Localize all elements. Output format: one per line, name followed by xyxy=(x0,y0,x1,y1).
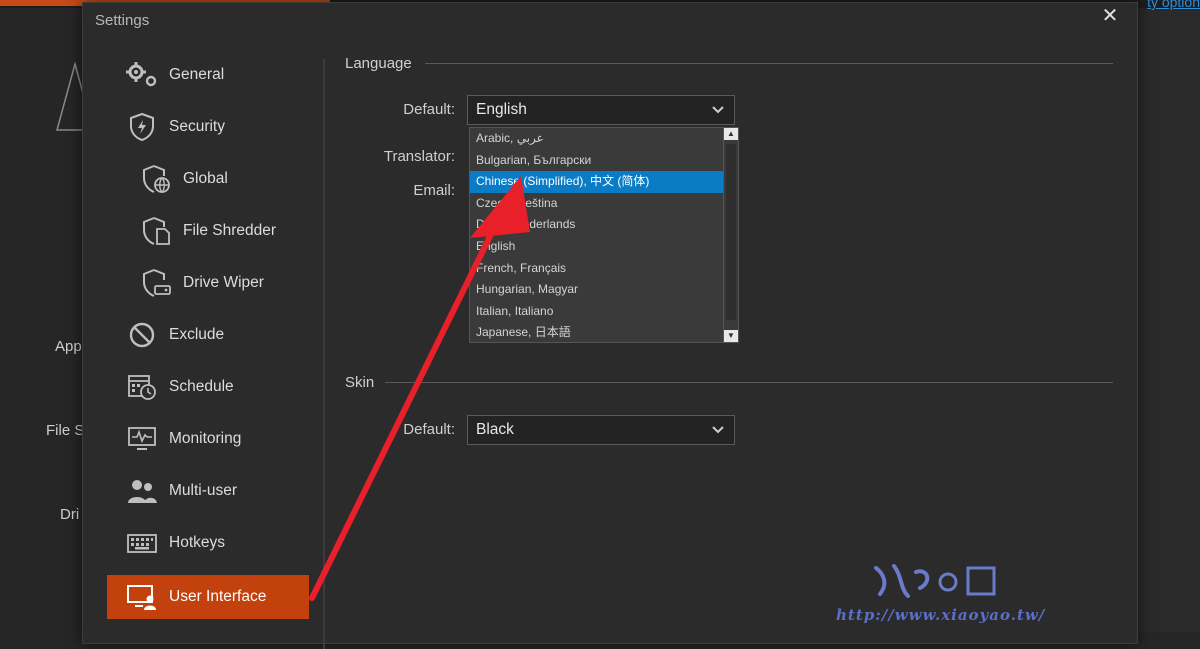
language-option[interactable]: Japanese, 日本語 xyxy=(470,322,724,344)
sidebar-item-label: Monitoring xyxy=(169,430,242,447)
sidebar-item-hotkeys[interactable]: Hotkeys xyxy=(107,517,323,569)
settings-sidebar: General Security Global File Shredder Dr… xyxy=(107,49,323,619)
language-option[interactable]: Bulgarian, Български xyxy=(470,150,724,172)
chevron-down-icon xyxy=(712,416,724,454)
sidebar-item-file-shredder[interactable]: File Shredder xyxy=(107,205,323,257)
background-label-drive: Dri xyxy=(60,506,80,523)
sidebar-item-drive-wiper[interactable]: Drive Wiper xyxy=(107,257,323,309)
language-option[interactable]: Czech, Čeština xyxy=(470,193,724,215)
prohibited-icon xyxy=(125,320,159,350)
email-label: Email: xyxy=(413,182,455,199)
globe-shield-icon xyxy=(139,164,173,194)
scrollbar-thumb[interactable] xyxy=(726,144,736,320)
language-option[interactable]: English xyxy=(470,236,724,258)
language-option[interactable]: French, Français xyxy=(470,258,724,280)
language-option-selected[interactable]: Chinese (Simplified), 中文 (简体) xyxy=(470,171,724,193)
calendar-clock-icon xyxy=(125,372,159,402)
sidebar-item-label: User Interface xyxy=(169,588,267,605)
sidebar-item-label: General xyxy=(169,66,225,83)
watermark-graphic xyxy=(874,564,996,598)
language-default-label: Default: xyxy=(403,101,455,118)
language-section-title: Language xyxy=(345,55,412,72)
skin-section-title: Skin xyxy=(345,374,375,391)
users-icon xyxy=(125,476,159,506)
language-options: Arabic, عربي Bulgarian, Български Chines… xyxy=(470,128,724,344)
keyboard-icon xyxy=(125,528,159,558)
language-section-line xyxy=(425,63,1113,64)
skin-default-label: Default: xyxy=(403,421,455,438)
dropdown-scrollbar[interactable]: ▲ ▼ xyxy=(723,128,738,342)
shield-icon xyxy=(125,112,159,142)
file-shield-icon xyxy=(139,216,173,246)
watermark-logo: http://www.xiaoyao.tw/ xyxy=(836,562,1056,628)
sidebar-item-label: Drive Wiper xyxy=(183,274,264,291)
sidebar-divider xyxy=(323,59,325,649)
skin-select[interactable]: Black xyxy=(467,415,735,445)
background-right-panel xyxy=(1136,10,1200,632)
background-label-file: File S xyxy=(46,422,85,439)
language-select[interactable]: English xyxy=(467,95,735,125)
skin-section-line xyxy=(385,382,1113,383)
sidebar-item-label: Exclude xyxy=(169,326,225,343)
scroll-down-arrow-icon[interactable]: ▼ xyxy=(724,330,738,342)
settings-dialog: Settings ✕ General Security Global File … xyxy=(82,2,1138,649)
background-options-link[interactable]: ty option xyxy=(1147,0,1200,10)
language-option[interactable]: Italian, Italiano xyxy=(470,301,724,323)
dialog-title: Settings xyxy=(95,12,150,29)
language-option[interactable]: Dutch, Nederlands xyxy=(470,214,724,236)
sidebar-item-label: Hotkeys xyxy=(169,534,225,551)
sidebar-item-label: File Shredder xyxy=(183,222,277,239)
scroll-up-arrow-icon[interactable]: ▲ xyxy=(724,128,738,140)
sidebar-item-multi-user[interactable]: Multi-user xyxy=(107,465,323,517)
sidebar-item-security[interactable]: Security xyxy=(107,101,323,153)
sidebar-item-user-interface[interactable]: User Interface xyxy=(107,575,309,619)
watermark-url: http://www.xiaoyao.tw/ xyxy=(836,606,1046,624)
language-select-value: English xyxy=(476,101,527,118)
sidebar-item-general[interactable]: General xyxy=(107,49,323,101)
sidebar-item-label: Schedule xyxy=(169,378,234,395)
monitor-pulse-icon xyxy=(125,424,159,454)
translator-label: Translator: xyxy=(383,148,455,165)
sidebar-item-label: Security xyxy=(169,118,225,135)
language-option[interactable]: Hungarian, Magyar xyxy=(470,279,724,301)
close-button[interactable]: ✕ xyxy=(1099,5,1121,27)
language-dropdown-list[interactable]: Arabic, عربي Bulgarian, Български Chines… xyxy=(469,127,739,343)
monitor-user-icon xyxy=(125,582,159,612)
drive-shield-icon xyxy=(139,268,173,298)
language-option[interactable]: Arabic, عربي xyxy=(470,128,724,150)
sidebar-item-label: Multi-user xyxy=(169,482,238,499)
gear-icon xyxy=(125,60,159,90)
sidebar-item-monitoring[interactable]: Monitoring xyxy=(107,413,323,465)
sidebar-item-label: Global xyxy=(183,170,228,187)
sidebar-item-exclude[interactable]: Exclude xyxy=(107,309,323,361)
background-label-app: App xyxy=(55,338,82,355)
skin-select-value: Black xyxy=(476,421,514,438)
sidebar-item-global[interactable]: Global xyxy=(107,153,323,205)
sidebar-item-schedule[interactable]: Schedule xyxy=(107,361,323,413)
